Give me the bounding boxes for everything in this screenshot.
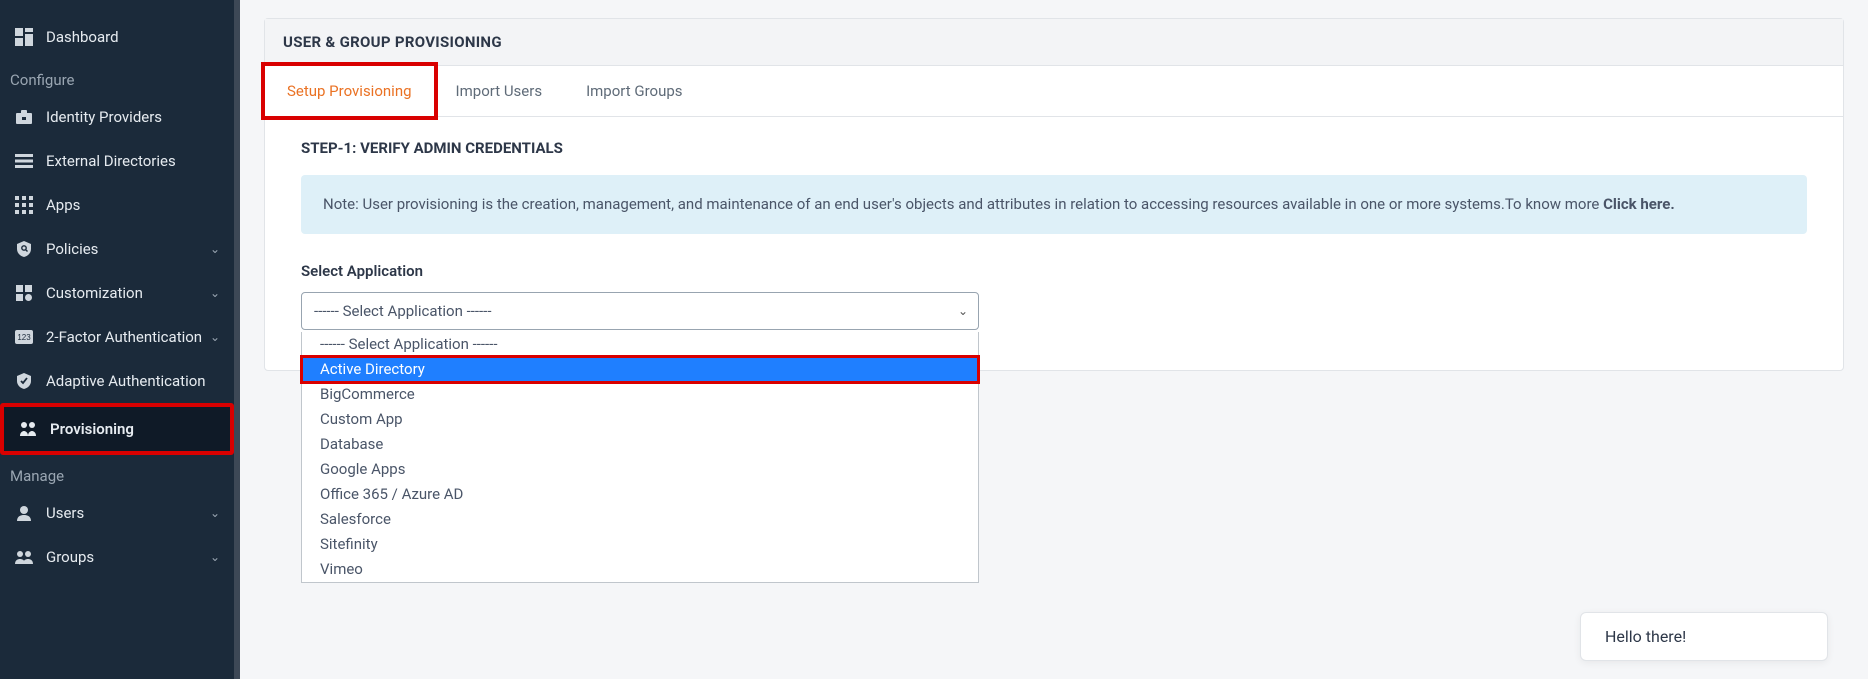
select-dropdown: ------ Select Application ------ Active …: [301, 332, 979, 583]
info-note-text: Note: User provisioning is the creation,…: [323, 195, 1603, 213]
chevron-down-icon: ⌄: [210, 330, 220, 344]
tab-content: STEP-1: VERIFY ADMIN CREDENTIALS Note: U…: [265, 117, 1843, 370]
sidebar-label: Identity Providers: [46, 108, 220, 126]
info-link[interactable]: Click here.: [1603, 195, 1675, 213]
group-icon: [14, 547, 34, 567]
sidebar-label: Groups: [46, 548, 210, 566]
option-bigcommerce[interactable]: BigCommerce: [302, 382, 978, 407]
shield-search-icon: [14, 239, 34, 259]
sidebar-item-groups[interactable]: Groups ⌄: [0, 535, 234, 579]
sidebar-label: 2-Factor Authentication: [46, 328, 210, 346]
sidebar: Dashboard Configure Identity Providers E…: [0, 0, 240, 679]
sidebar-section-configure: Configure: [0, 59, 234, 95]
field-label: Select Application: [301, 262, 1807, 280]
sidebar-label: Provisioning: [50, 420, 216, 438]
select-display-text: ------ Select Application ------: [314, 302, 491, 320]
tab-import-users[interactable]: Import Users: [434, 66, 565, 116]
sidebar-item-dashboard[interactable]: Dashboard: [0, 15, 234, 59]
option-office365[interactable]: Office 365 / Azure AD: [302, 482, 978, 507]
option-sitefinity[interactable]: Sitefinity: [302, 532, 978, 557]
dashboard-icon: [14, 27, 34, 47]
briefcase-icon: [14, 107, 34, 127]
option-active-directory[interactable]: Active Directory: [302, 357, 978, 382]
option-vimeo[interactable]: Vimeo: [302, 557, 978, 582]
option-salesforce[interactable]: Salesforce: [302, 507, 978, 532]
sidebar-label: Users: [46, 504, 210, 522]
step-title: STEP-1: VERIFY ADMIN CREDENTIALS: [301, 139, 1807, 157]
users-sync-icon: [18, 419, 38, 439]
sidebar-item-2fa[interactable]: 123 2-Factor Authentication ⌄: [0, 315, 234, 359]
sidebar-label: External Directories: [46, 152, 220, 170]
option-placeholder[interactable]: ------ Select Application ------: [302, 332, 978, 357]
chevron-down-icon: ⌄: [958, 304, 968, 318]
sidebar-item-external-directories[interactable]: External Directories: [0, 139, 234, 183]
option-database[interactable]: Database: [302, 432, 978, 457]
puzzle-icon: [14, 283, 34, 303]
chevron-down-icon: ⌄: [210, 550, 220, 564]
tab-setup-provisioning[interactable]: Setup Provisioning: [265, 66, 434, 116]
sidebar-section-manage: Manage: [0, 455, 234, 491]
sidebar-label: Adaptive Authentication: [46, 372, 220, 390]
chat-greeting: Hello there!: [1605, 627, 1686, 646]
sidebar-item-provisioning[interactable]: Provisioning: [0, 403, 234, 455]
tab-import-groups[interactable]: Import Groups: [564, 66, 704, 116]
select-application[interactable]: ------ Select Application ------ ⌄: [301, 292, 979, 330]
chevron-down-icon: ⌄: [210, 242, 220, 256]
numbers-icon: 123: [14, 327, 34, 347]
user-icon: [14, 503, 34, 523]
shield-check-icon: [14, 371, 34, 391]
sidebar-item-policies[interactable]: Policies ⌄: [0, 227, 234, 271]
sidebar-label: Customization: [46, 284, 210, 302]
tabs: Setup Provisioning Import Users Import G…: [265, 66, 1843, 117]
info-note: Note: User provisioning is the creation,…: [301, 175, 1807, 234]
sidebar-item-customization[interactable]: Customization ⌄: [0, 271, 234, 315]
option-custom-app[interactable]: Custom App: [302, 407, 978, 432]
sidebar-item-apps[interactable]: Apps: [0, 183, 234, 227]
chat-bubble[interactable]: Hello there!: [1580, 612, 1828, 661]
panel-title: USER & GROUP PROVISIONING: [265, 19, 1843, 66]
list-icon: [14, 151, 34, 171]
grid-icon: [14, 195, 34, 215]
select-application-wrap: ------ Select Application ------ ⌄ -----…: [301, 292, 979, 330]
sidebar-label: Apps: [46, 196, 220, 214]
main-content: USER & GROUP PROVISIONING Setup Provisio…: [240, 0, 1868, 679]
sidebar-item-identity-providers[interactable]: Identity Providers: [0, 95, 234, 139]
provisioning-panel: USER & GROUP PROVISIONING Setup Provisio…: [264, 18, 1844, 371]
svg-text:123: 123: [17, 333, 31, 342]
option-google-apps[interactable]: Google Apps: [302, 457, 978, 482]
chevron-down-icon: ⌄: [210, 506, 220, 520]
sidebar-item-adaptive-auth[interactable]: Adaptive Authentication: [0, 359, 234, 403]
sidebar-item-users[interactable]: Users ⌄: [0, 491, 234, 535]
sidebar-label: Policies: [46, 240, 210, 258]
chevron-down-icon: ⌄: [210, 286, 220, 300]
sidebar-label-dashboard: Dashboard: [46, 28, 220, 46]
select-application-field: Select Application ------ Select Applica…: [301, 262, 1807, 330]
